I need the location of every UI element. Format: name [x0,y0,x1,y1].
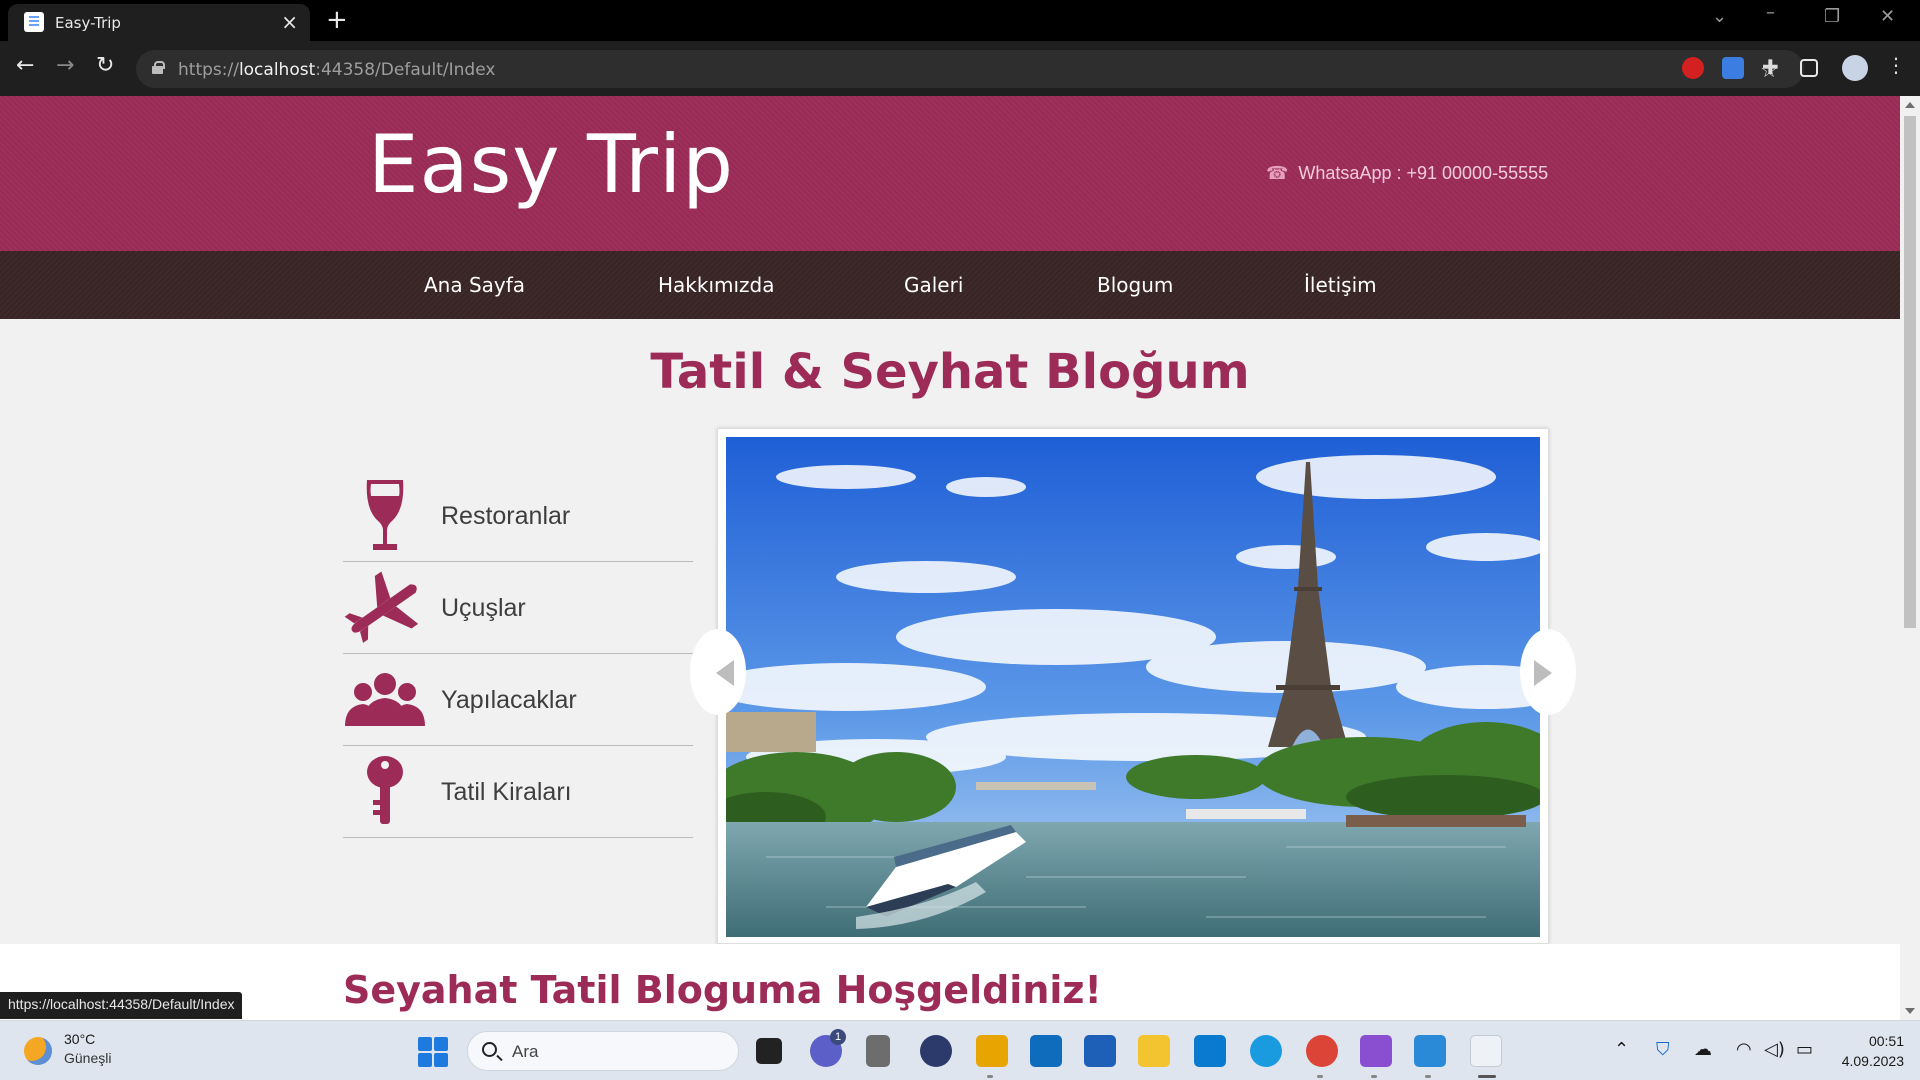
airplane-icon [344,571,419,643]
contact-info: ☎ WhatsaApp : +91 00000-55555 [1266,163,1548,184]
chat-badge: 1 [830,1029,846,1045]
site-header: Easy Trip ☎ WhatsaApp : +91 00000-55555 [0,96,1900,251]
slider-next-arrow-icon[interactable] [1520,629,1576,715]
service-item-vacation-rentals[interactable]: Tatil Kiraları [343,746,693,838]
nav-link-contact[interactable]: İletişim [1304,273,1377,297]
minimize-button[interactable]: – [1766,2,1775,23]
page-title: Tatil & Seyhat Bloğum [650,344,1250,400]
adblock-extension-icon[interactable] [1682,57,1704,79]
forward-button[interactable]: → [56,53,74,78]
page-scrollbar[interactable] [1900,96,1920,1020]
services-list: Restoranlar Uçuşlar Yapılacaklar Tatil K… [343,470,693,838]
wine-glass-icon [366,480,404,550]
link-status-bubble: https://localhost:44358/Default/Index [0,992,243,1019]
mail-icon[interactable] [1030,1035,1062,1067]
task-view-icon[interactable] [756,1038,782,1064]
tray-overflow-chevron-icon[interactable]: ⌃ [1614,1039,1629,1060]
service-label: Uçuşlar [441,594,526,622]
windows-taskbar: 30°C Güneşli Ara 1 ⌃ ⛉ ☁ ◠ ◁) ▭ 00:51 4.… [0,1020,1920,1080]
clock-date: 4.09.2023 [1841,1053,1904,1069]
service-item-flights[interactable]: Uçuşlar [343,562,693,654]
tab-search-chevron-icon[interactable]: ⌄ [1712,6,1727,27]
running-indicator [1371,1075,1377,1078]
page-favicon-icon [24,12,44,32]
service-label: Yapılacaklar [441,686,577,714]
address-bar[interactable]: https://localhost:44358/Default/Index ⇪ … [136,50,1804,88]
main-navbar: Ana Sayfa Hakkımızda Galeri Blogum İleti… [0,251,1900,319]
side-panel-icon[interactable] [1800,59,1818,77]
browser-menu-icon[interactable]: ⋮ [1886,53,1906,77]
nav-link-blog[interactable]: Blogum [1097,273,1173,297]
volume-icon[interactable]: ◁) [1764,1039,1785,1060]
tab-title: Easy-Trip [55,14,121,32]
nav-link-home[interactable]: Ana Sayfa [424,273,525,297]
nav-link-gallery[interactable]: Galeri [904,273,963,297]
restore-button[interactable]: ❐ [1824,6,1840,27]
tab-close-icon[interactable]: × [281,10,298,34]
battery-icon[interactable]: ▭ [1796,1039,1813,1060]
paris-seine-photo [726,437,1540,937]
start-button[interactable] [418,1037,448,1067]
eclipse-icon[interactable] [920,1035,952,1067]
chrome-browser-icon[interactable] [1306,1035,1338,1067]
calculator-icon[interactable] [866,1035,890,1067]
service-label: Tatil Kiraları [441,778,572,806]
l-app-icon[interactable] [1194,1035,1226,1067]
phone-icon: ☎ [1266,163,1289,183]
weather-temperature: 30°C [64,1031,96,1047]
site-logo[interactable]: Easy Trip [368,118,734,211]
service-item-things-to-do[interactable]: Yapılacaklar [343,654,693,746]
windows-logo-icon [418,1037,432,1051]
nav-link-about[interactable]: Hakkımızda [658,273,775,297]
scroll-up-arrow-icon[interactable] [1905,102,1915,108]
people-icon [345,673,425,726]
lock-icon[interactable] [152,61,165,74]
vscode-icon[interactable] [1414,1035,1446,1067]
onedrive-cloud-icon[interactable]: ☁ [1694,1039,1712,1060]
slider-prev-arrow-icon[interactable] [690,629,746,715]
snip-sketch-icon[interactable] [1470,1035,1502,1067]
running-indicator [1317,1075,1323,1078]
search-placeholder: Ara [512,1042,539,1061]
profile-avatar[interactable] [1842,55,1868,81]
browser-tab[interactable]: Easy-Trip × [8,4,310,41]
service-item-restaurants[interactable]: Restoranlar [343,470,693,562]
service-label: Restoranlar [441,502,571,530]
visual-studio-icon[interactable] [1360,1035,1392,1067]
snipping-tool-icon[interactable] [976,1035,1008,1067]
edge-browser-icon[interactable] [1250,1035,1282,1067]
new-tab-button[interactable]: + [326,5,348,35]
browser-toolbar: ← → ↻ https://localhost:44358/Default/In… [0,41,1920,96]
scroll-down-arrow-icon[interactable] [1905,1008,1915,1014]
welcome-heading: Seyahat Tatil Bloguma Hoşgeldiniz! [343,968,1102,1012]
image-slider [690,428,1576,944]
security-shield-icon[interactable]: ⛉ [1656,1039,1670,1060]
back-button[interactable]: ← [16,53,34,78]
browser-tab-strip: Easy-Trip × + ⌄ – ❐ ✕ [0,0,1920,41]
translate-extension-icon[interactable] [1722,57,1744,79]
wifi-icon[interactable]: ◠ [1736,1039,1752,1060]
taskbar-search[interactable]: Ara [467,1031,739,1071]
weather-description: Güneşli [64,1050,112,1066]
contact-text: WhatsaApp : +91 00000-55555 [1298,163,1549,183]
running-indicator [1478,1075,1496,1078]
sun-weather-icon [24,1037,52,1065]
clock-time: 00:51 [1868,1033,1904,1049]
page-viewport: Easy Trip ☎ WhatsaApp : +91 00000-55555 A… [0,96,1900,1020]
reload-button[interactable]: ↻ [96,53,114,78]
microsoft-store-icon[interactable] [1084,1035,1116,1067]
scrollbar-thumb[interactable] [1904,116,1916,628]
file-explorer-icon[interactable] [1138,1035,1170,1067]
running-indicator [987,1075,993,1078]
extensions-puzzle-icon[interactable]: ✚ [1762,55,1779,79]
key-icon [367,756,403,824]
close-window-button[interactable]: ✕ [1880,6,1895,27]
system-clock[interactable]: 00:51 4.09.2023 [1836,1031,1904,1071]
running-indicator [1425,1075,1431,1078]
url-text[interactable]: https://localhost:44358/Default/Index [178,60,495,80]
search-icon [482,1042,497,1057]
